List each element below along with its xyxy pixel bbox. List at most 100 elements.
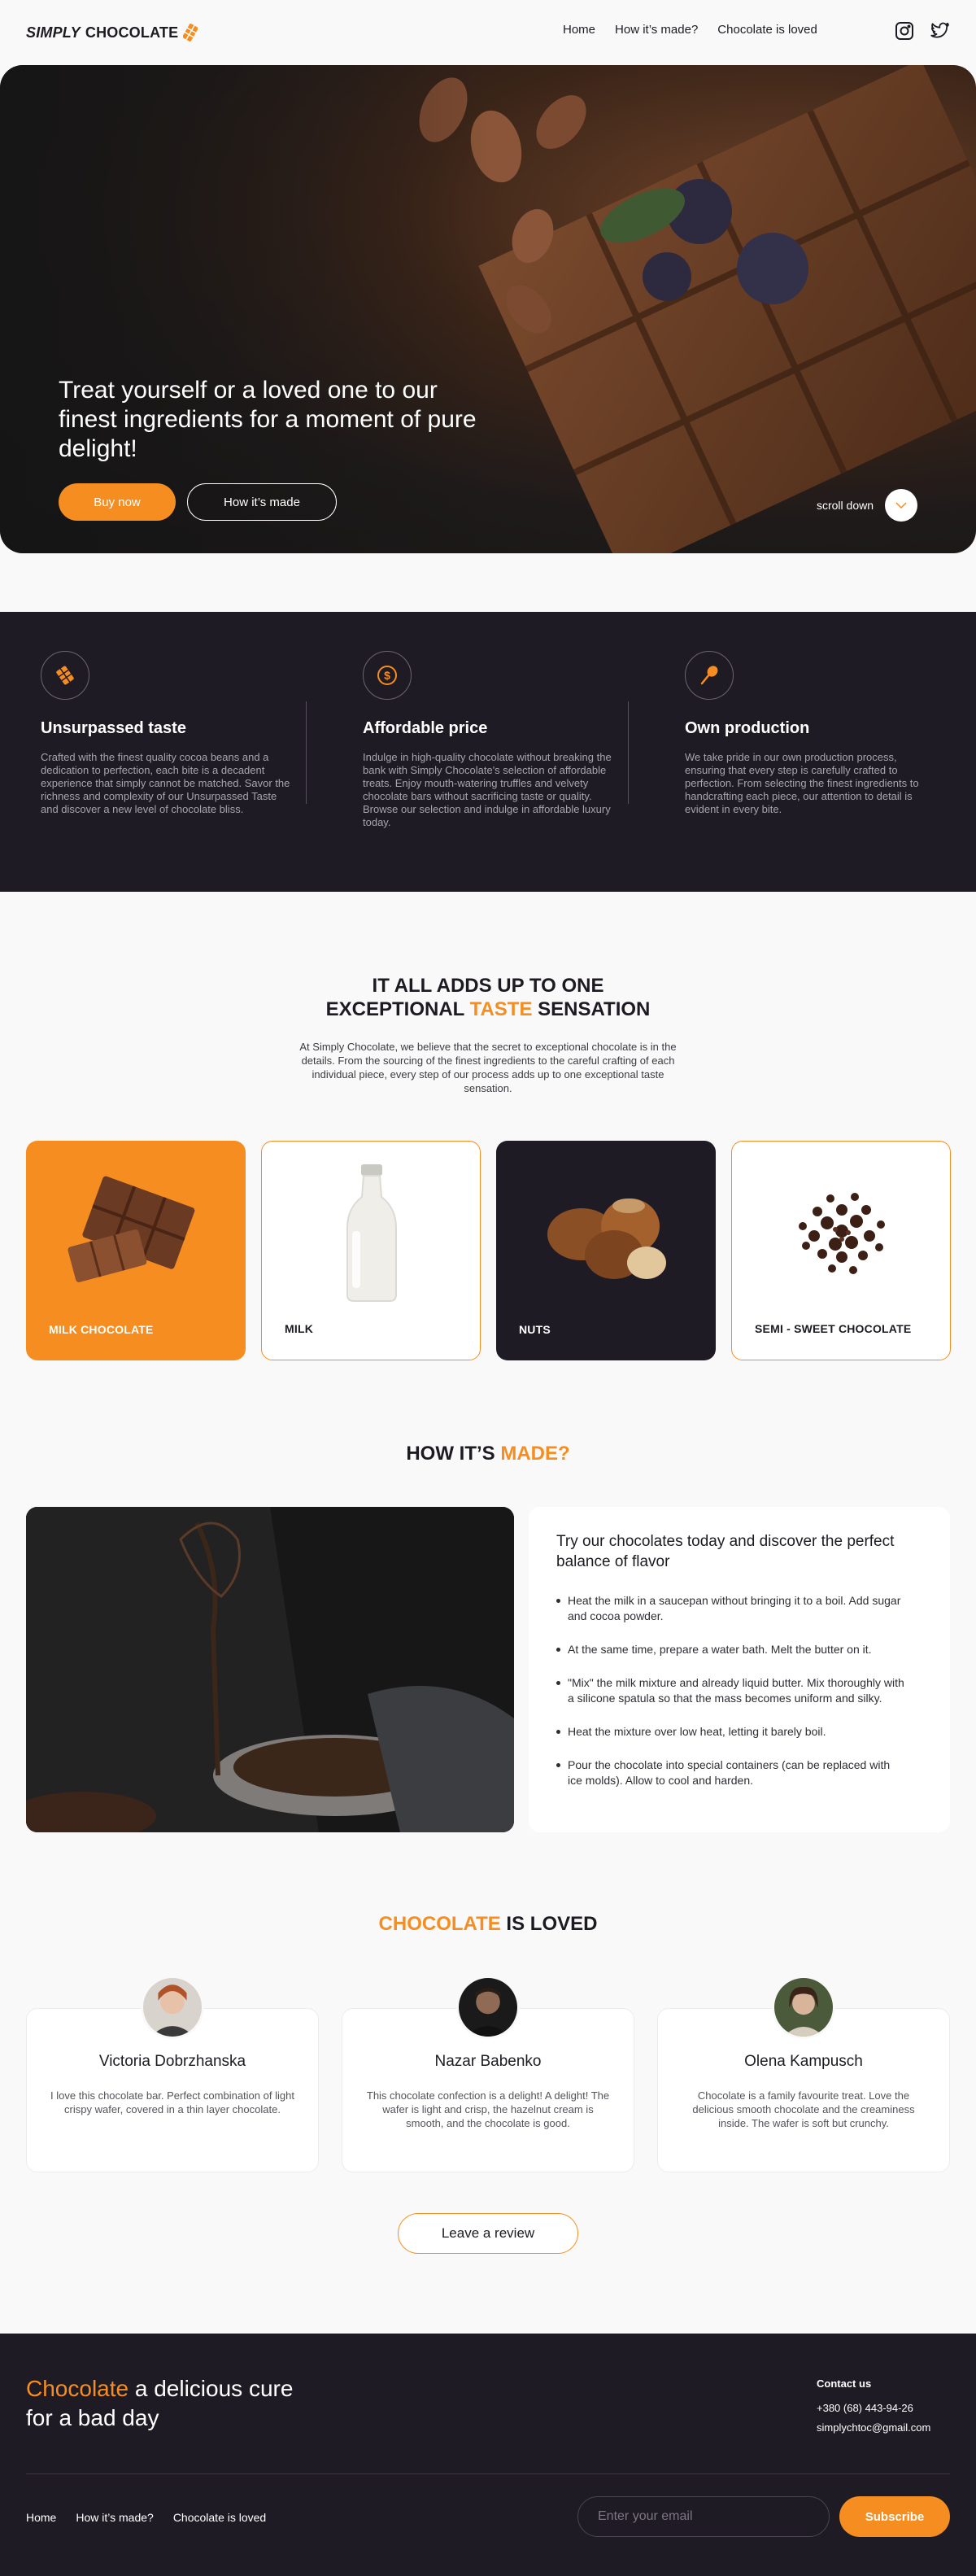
feature-text: We take pride in our own production proc…: [685, 751, 919, 815]
recipe-step: At the same time, prepare a water bath. …: [556, 1642, 906, 1657]
chocolate-bar-icon: [56, 666, 74, 685]
melting-chocolate-photo: [26, 1507, 514, 1832]
feature-text: Crafted with the finest quality cocoa be…: [41, 751, 290, 815]
taste-text: At Simply Chocolate, we believe that the…: [299, 1041, 677, 1094]
taste-title-post: SENSATION: [532, 998, 651, 1020]
social-links: [895, 21, 950, 41]
footer-nav-chocolate-is-loved[interactable]: Chocolate is loved: [173, 2511, 266, 2524]
feature-icon-wrap: [41, 651, 89, 700]
made-title-accent: MADE?: [500, 1443, 570, 1465]
avatar: [772, 1976, 835, 2039]
scroll-down-label: scroll down: [816, 499, 874, 512]
contact-phone[interactable]: +380 (68) 443-94-26: [817, 2399, 930, 2418]
site-footer: Chocolate a delicious cure for a bad day…: [0, 2334, 976, 2576]
logo-chocolate-bar-icon: [183, 24, 198, 41]
divider: [628, 701, 629, 804]
logo-chocolate: CHOCOLATE: [85, 24, 179, 41]
review-text: This chocolate confection is a delight! …: [366, 2089, 610, 2129]
divider: [306, 701, 307, 804]
svg-text:$: $: [384, 669, 390, 682]
card-label: NUTS: [519, 1323, 551, 1336]
taste-title-line2: EXCEPTIONAL TASTE SENSATION: [0, 998, 976, 1021]
page: SIMPLY CHOCOLATE Home How it’s made? Cho…: [0, 0, 976, 2576]
made-title: HOW IT’S MADE?: [0, 1442, 976, 1465]
whisk-icon: [700, 666, 718, 685]
feature-affordable-price: $ Affordable price Indulge in high-quali…: [363, 651, 615, 829]
card-milk[interactable]: MILK: [261, 1141, 481, 1360]
dollar-coin-icon: $: [377, 666, 397, 685]
how-its-made-button[interactable]: How it’s made: [187, 483, 337, 521]
card-label: SEMI - SWEET CHOCOLATE: [755, 1322, 912, 1335]
footer-slogan: Chocolate a delicious cure for a bad day: [26, 2374, 319, 2433]
feature-icon-wrap: $: [363, 651, 412, 700]
hero-banner: Treat yourself or a loved one to our fin…: [0, 65, 976, 553]
feature-unsurpassed-taste: Unsurpassed taste Crafted with the fines…: [41, 651, 293, 816]
recipe-box: Try our chocolates today and discover th…: [529, 1507, 950, 1832]
recipe-step: Heat the milk in a saucepan without brin…: [556, 1593, 906, 1624]
milk-bottle-image: [346, 1164, 397, 1302]
feature-title: Unsurpassed taste: [41, 719, 186, 737]
card-label: MILK: [285, 1322, 314, 1335]
hazelnuts-image: [547, 1198, 666, 1279]
logo[interactable]: SIMPLY CHOCOLATE: [26, 24, 198, 41]
card-label: MILK CHOCOLATE: [49, 1323, 154, 1336]
loved-title: CHOCOLATE IS LOVED: [0, 1912, 976, 1936]
avatar: [456, 1976, 520, 2039]
instagram-icon[interactable]: [895, 21, 914, 41]
recipe-step: Pour the chocolate into special containe…: [556, 1757, 906, 1788]
scroll-down[interactable]: scroll down: [817, 489, 917, 522]
scroll-down-button[interactable]: [885, 489, 917, 522]
loved-title-post: IS LOVED: [500, 1913, 598, 1935]
email-input[interactable]: [577, 2496, 830, 2537]
buy-now-button[interactable]: Buy now: [59, 483, 176, 521]
melting-chocolate-image: [26, 1507, 514, 1832]
logo-simply: SIMPLY: [26, 24, 81, 41]
footer-divider: [26, 2473, 950, 2474]
feature-title: Own production: [685, 719, 810, 737]
made-title-pre: HOW IT’S: [406, 1443, 501, 1465]
footer-nav: Home How it’s made? Chocolate is loved: [26, 2511, 266, 2524]
nav-how-its-made[interactable]: How it’s made?: [615, 23, 698, 37]
contact-email[interactable]: simplychtoc@gmail.com: [817, 2418, 930, 2438]
card-milk-chocolate[interactable]: MILK CHOCOLATE: [26, 1141, 246, 1360]
recipe-steps: Heat the milk in a saucepan without brin…: [556, 1593, 906, 1806]
card-semi-sweet-chocolate[interactable]: SEMI - SWEET CHOCOLATE: [731, 1141, 951, 1360]
feature-title: Affordable price: [363, 719, 488, 737]
nav-home[interactable]: Home: [563, 23, 595, 37]
recipe-title: Try our chocolates today and discover th…: [556, 1533, 895, 1570]
avatar: [141, 1976, 204, 2039]
avatar-image: [459, 1978, 517, 2037]
taste-title-pre: EXCEPTIONAL: [325, 998, 470, 1020]
footer-nav-home[interactable]: Home: [26, 2511, 56, 2524]
feature-icon-wrap: [685, 651, 734, 700]
recipe-step: Heat the mixture over low heat, letting …: [556, 1724, 906, 1740]
milk-chocolate-image: [68, 1176, 195, 1282]
contact-title: Contact us: [817, 2377, 872, 2390]
loved-title-accent: CHOCOLATE: [378, 1913, 501, 1935]
avatar-image: [143, 1978, 202, 2037]
taste-title-line1: IT ALL ADDS UP TO ONE: [372, 975, 604, 997]
review-text: Chocolate is a family favourite treat. L…: [692, 2089, 915, 2129]
subscribe-button[interactable]: Subscribe: [839, 2496, 950, 2537]
footer-contact: Contact us +380 (68) 443-94-26 simplycht…: [817, 2374, 930, 2438]
hero-title: Treat yourself or a loved one to our fin…: [59, 377, 477, 462]
card-nuts[interactable]: NUTS: [496, 1141, 716, 1360]
recipe-step: "Mix" the milk mixture and already liqui…: [556, 1675, 906, 1706]
footer-nav-how-its-made[interactable]: How it’s made?: [76, 2511, 153, 2524]
reviewer-name: Nazar Babenko: [434, 2053, 542, 2070]
chevron-down-icon: [895, 502, 907, 509]
footer-slogan-accent: Chocolate: [26, 2376, 129, 2401]
site-header: SIMPLY CHOCOLATE Home How it’s made? Cho…: [0, 0, 976, 65]
features-section: Unsurpassed taste Crafted with the fines…: [0, 612, 976, 892]
leave-review-button[interactable]: Leave a review: [398, 2213, 578, 2254]
feature-text: Indulge in high-quality chocolate withou…: [363, 751, 612, 828]
main-nav: Home How it’s made? Chocolate is loved: [563, 23, 817, 37]
reviewer-name: Olena Kampusch: [744, 2053, 863, 2070]
twitter-icon[interactable]: [930, 21, 950, 41]
taste-title-accent: TASTE: [469, 998, 533, 1020]
feature-own-production: Own production We take pride in our own …: [685, 651, 937, 816]
chocolate-chips-image: [799, 1193, 885, 1274]
taste-title: IT ALL ADDS UP TO ONE EXCEPTIONAL TASTE …: [0, 974, 976, 1021]
nav-chocolate-is-loved[interactable]: Chocolate is loved: [717, 23, 817, 37]
avatar-image: [774, 1978, 833, 2037]
